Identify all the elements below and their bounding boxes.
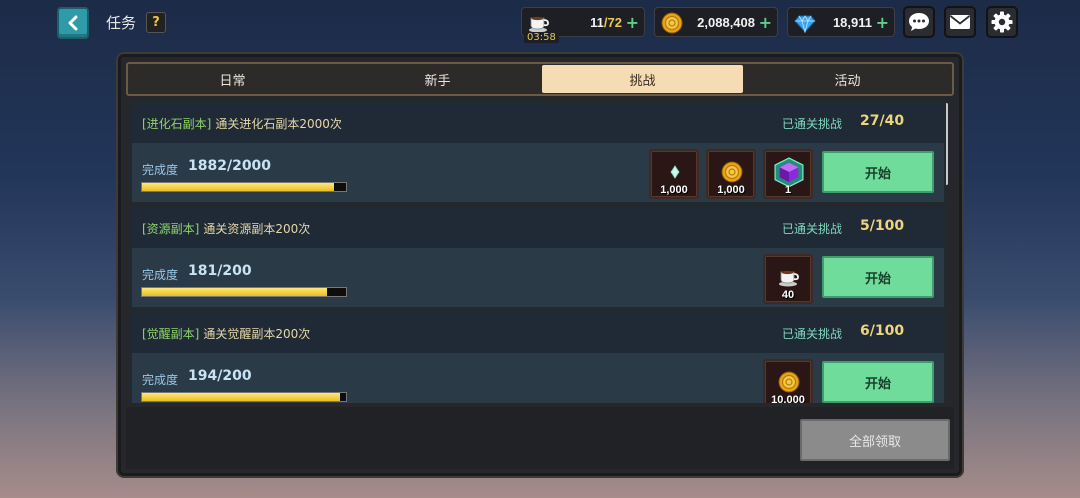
panel-footer: 全部领取 (126, 407, 954, 469)
reward-slot[interactable]: 10,000 (763, 359, 813, 403)
chevron-left-icon (68, 15, 78, 31)
back-button[interactable] (57, 7, 89, 39)
stamina-timer: 03:58 (524, 32, 559, 43)
add-gems-button[interactable]: + (876, 13, 889, 32)
progress-label: 完成度 (142, 373, 179, 387)
stamina-counter: 11/72 + 03:58 (521, 7, 645, 43)
add-gold-button[interactable]: + (759, 13, 772, 32)
quest-list[interactable]: [进化石副本] 通关进化石副本2000次 已通关挑战 27/40 完成度 1882… (130, 101, 950, 403)
clear-count-label: 已通关挑战 (782, 117, 843, 131)
clear-count-label: 已通关挑战 (782, 222, 843, 236)
progress-value: 181/200 (188, 263, 252, 279)
progress-fill (142, 393, 340, 401)
clear-count-value: 5/100 (860, 218, 905, 234)
progress-value: 194/200 (188, 368, 252, 384)
settings-button[interactable] (986, 6, 1018, 38)
gold-counter: 2,088,408 + (654, 7, 778, 37)
start-button[interactable]: 开始 (822, 151, 934, 193)
gold-coin-icon (778, 371, 800, 393)
evolution-crystal-icon (670, 165, 680, 179)
help-button[interactable]: ? (146, 12, 166, 33)
chat-icon (909, 13, 929, 31)
add-stamina-button[interactable]: + (626, 13, 639, 32)
quest-card: [资源副本] 通关资源副本200次 已通关挑战 5/100 完成度 181/200… (130, 206, 946, 309)
quest-description: 通关资源副本200次 (203, 222, 311, 236)
quest-description: 通关进化石副本2000次 (215, 117, 342, 131)
reward-quantity: 10,000 (771, 394, 805, 403)
reward-slot[interactable]: 1,000 (649, 149, 699, 199)
quest-category: [资源副本] (142, 222, 200, 236)
progress-bar (141, 182, 347, 192)
progress-fill (142, 183, 334, 191)
quest-card: [觉醒副本] 通关觉醒副本200次 已通关挑战 6/100 完成度 194/200… (130, 311, 946, 403)
blue-diamond-icon (794, 15, 816, 34)
gem-value: 18,911 (832, 15, 872, 30)
settings-gear-icon (991, 11, 1013, 33)
progress-bar (141, 287, 347, 297)
reward-slot[interactable]: 40 (763, 254, 813, 304)
claim-all-button[interactable]: 全部领取 (800, 419, 950, 461)
gold-coin-icon (661, 12, 683, 34)
stamina-max: /72 (603, 15, 622, 30)
tab-challenge[interactable]: 挑战 (542, 65, 743, 93)
start-button[interactable]: 开始 (822, 361, 934, 403)
progress-bar (141, 392, 347, 402)
reward-quantity: 1 (784, 184, 792, 196)
tab-daily[interactable]: 日常 (132, 65, 333, 93)
tab-bar: 日常 新手 挑战 活动 (126, 62, 954, 96)
clear-count-value: 6/100 (860, 323, 905, 339)
reward-slot[interactable]: 1,000 (706, 149, 756, 199)
tab-beginner[interactable]: 新手 (337, 65, 538, 93)
coffee-cup-icon (779, 270, 799, 287)
clear-count-value: 27/40 (860, 113, 905, 129)
quest-category: [觉醒副本] (142, 327, 200, 341)
progress-label: 完成度 (142, 268, 179, 282)
mail-icon (949, 15, 971, 29)
reward-quantity: 40 (781, 289, 795, 301)
quest-category: [进化石副本] (142, 117, 212, 131)
reward-quantity: 1,000 (660, 184, 688, 196)
coffee-cup-icon (529, 16, 549, 33)
tab-event[interactable]: 活动 (747, 65, 948, 93)
stamina-value: 11 (590, 15, 604, 30)
gold-coin-icon (721, 161, 743, 183)
reward-quantity: 1,000 (717, 184, 745, 196)
quest-panel: 日常 新手 挑战 活动 [进化石副本] 通关进化石副本2000次 已通关挑战 27… (118, 54, 962, 476)
page-title: 任务 (106, 14, 137, 32)
reward-slot[interactable]: 1 (763, 149, 813, 199)
gem-counter: 18,911 + (787, 7, 895, 37)
quest-description: 通关觉醒副本200次 (203, 327, 311, 341)
start-button[interactable]: 开始 (822, 256, 934, 298)
progress-label: 完成度 (142, 163, 179, 177)
quest-card: [进化石副本] 通关进化石副本2000次 已通关挑战 27/40 完成度 1882… (130, 101, 946, 204)
progress-fill (142, 288, 327, 296)
mail-button[interactable] (944, 6, 976, 38)
chat-button[interactable] (903, 6, 935, 38)
clear-count-label: 已通关挑战 (782, 327, 843, 341)
progress-value: 1882/2000 (188, 158, 272, 174)
gold-value: 2,088,408 (697, 15, 755, 30)
